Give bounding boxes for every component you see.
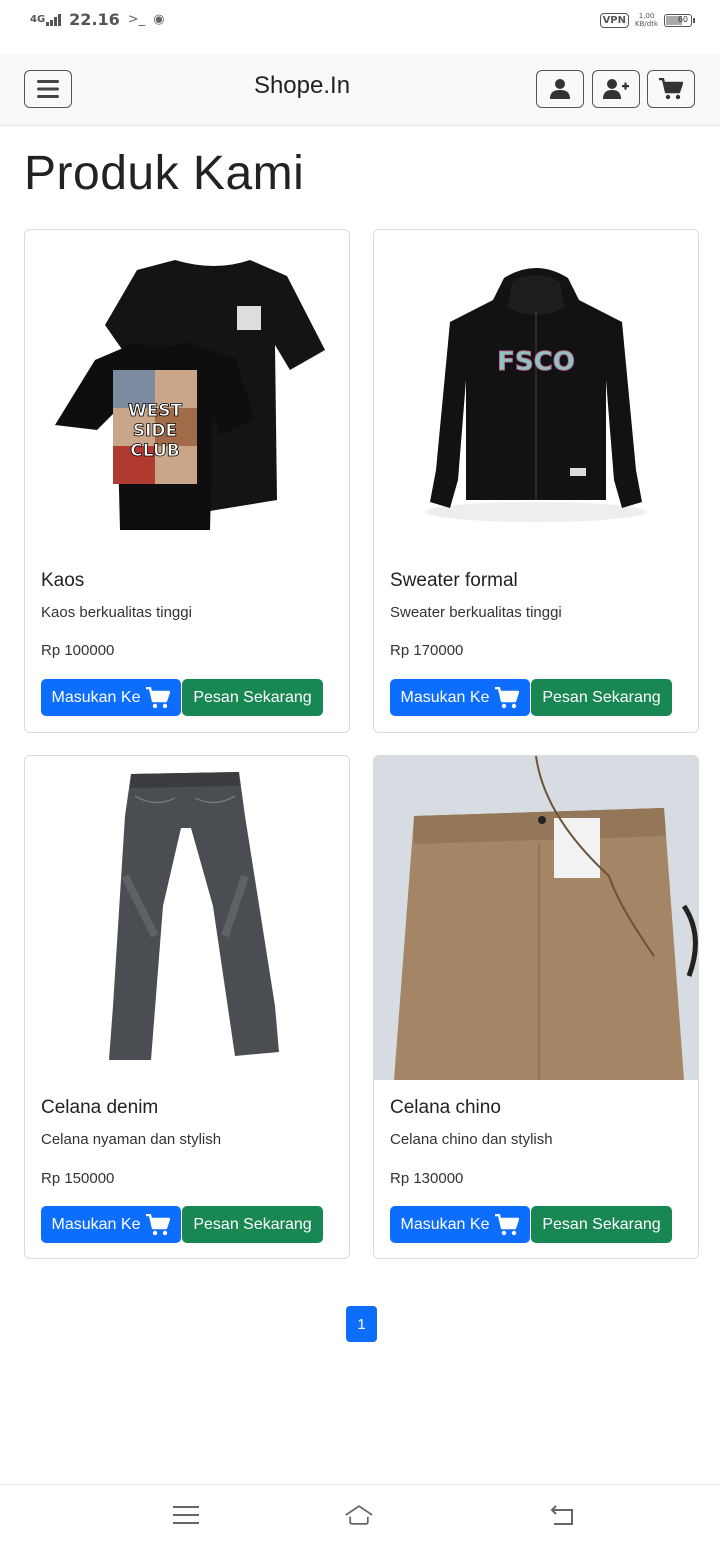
cart-icon <box>146 686 171 708</box>
terminal-icon: >_ <box>127 12 146 27</box>
add-to-cart-label: Masukan Ke <box>51 688 141 706</box>
user-icon <box>550 79 570 99</box>
product-image[interactable] <box>25 756 349 1080</box>
product-card: Celana chino Celana chino dan stylish Rp… <box>373 755 699 1259</box>
product-title: Sweater formal <box>390 570 518 591</box>
product-image[interactable]: WEST SIDE CLUB <box>25 230 349 554</box>
network-type: 4G <box>30 14 46 25</box>
brand-logo[interactable]: Shope.In <box>0 72 604 100</box>
home-icon <box>345 1505 373 1525</box>
pagination-page-1[interactable]: 1 <box>346 1306 377 1342</box>
cart-icon <box>659 78 683 100</box>
product-description: Kaos berkualitas tinggi <box>41 604 192 621</box>
chino-image <box>374 756 698 1080</box>
status-right: VPN 1,00 KB/dtk 60 <box>599 12 695 28</box>
vpn-badge: VPN <box>599 12 629 28</box>
product-description: Sweater berkualitas tinggi <box>390 604 562 621</box>
jeans-image <box>109 772 279 1060</box>
product-price: Rp 150000 <box>41 1170 115 1187</box>
cart-icon <box>495 1213 520 1235</box>
battery-level: 60 <box>677 14 688 24</box>
battery-icon: 60 <box>664 13 695 27</box>
cart-icon <box>495 686 520 708</box>
svg-text:FSCO: FSCO <box>497 347 575 377</box>
product-card: FSCO Sweater formal Sweater berkualitas … <box>373 229 699 733</box>
product-title: Celana denim <box>41 1097 159 1118</box>
add-to-cart-button[interactable]: Masukan Ke <box>390 679 530 716</box>
hoodie-image: FSCO <box>426 268 646 522</box>
order-now-button[interactable]: Pesan Sekarang <box>182 1206 323 1243</box>
product-price: Rp 100000 <box>41 642 115 659</box>
signal-icon <box>46 13 62 26</box>
back-icon <box>550 1505 573 1525</box>
add-to-cart-label: Masukan Ke <box>400 688 490 706</box>
account-button[interactable] <box>536 70 584 108</box>
clock: 22.16 <box>69 10 120 29</box>
tshirt-image: WEST SIDE CLUB <box>55 260 325 530</box>
product-title: Kaos <box>41 570 85 591</box>
product-price: Rp 130000 <box>390 1170 464 1187</box>
add-to-cart-button[interactable]: Masukan Ke <box>41 679 181 716</box>
back-nav-button[interactable] <box>548 1501 578 1529</box>
add-to-cart-label: Masukan Ke <box>51 1215 141 1233</box>
cart-icon <box>146 1213 171 1235</box>
add-to-cart-button[interactable]: Masukan Ke <box>390 1206 530 1243</box>
cart-button[interactable] <box>647 70 695 108</box>
page-title: Produk Kami <box>24 147 305 200</box>
system-nav-bar <box>0 1484 720 1544</box>
add-to-cart-button[interactable]: Masukan Ke <box>41 1206 181 1243</box>
product-card: WEST SIDE CLUB Kaos Kaos berkualitas tin… <box>24 229 350 733</box>
product-title: Celana chino <box>390 1097 501 1118</box>
product-image[interactable]: FSCO <box>374 230 698 554</box>
order-now-button[interactable]: Pesan Sekarang <box>182 679 323 716</box>
order-now-button[interactable]: Pesan Sekarang <box>531 1206 672 1243</box>
svg-text:SIDE: SIDE <box>133 421 177 441</box>
net-speed: 1,00 KB/dtk <box>635 12 658 28</box>
add-to-cart-label: Masukan Ke <box>400 1215 490 1233</box>
navbar: Shope.In <box>0 54 720 126</box>
svg-text:CLUB: CLUB <box>130 441 179 461</box>
net-speed-value: 1,00 <box>638 12 655 20</box>
user-plus-icon <box>603 79 629 99</box>
product-description: Celana chino dan stylish <box>390 1131 553 1148</box>
menu-nav-button[interactable] <box>171 1501 201 1529</box>
register-button[interactable] <box>592 70 640 108</box>
home-nav-button[interactable] <box>344 1501 374 1529</box>
product-card: Celana denim Celana nyaman dan stylish R… <box>24 755 350 1259</box>
net-speed-unit: KB/dtk <box>635 20 658 28</box>
product-price: Rp 170000 <box>390 642 464 659</box>
product-image[interactable] <box>374 756 698 1080</box>
menu-icon <box>173 1506 199 1524</box>
shield-icon: ◉ <box>153 12 165 27</box>
svg-text:WEST: WEST <box>128 401 183 421</box>
order-now-button[interactable]: Pesan Sekarang <box>531 679 672 716</box>
product-description: Celana nyaman dan stylish <box>41 1131 222 1148</box>
status-left: 4G 22.16 >_ ◉ <box>30 10 165 29</box>
status-bar: 4G 22.16 >_ ◉ VPN 1,00 KB/dtk 60 <box>0 0 720 54</box>
